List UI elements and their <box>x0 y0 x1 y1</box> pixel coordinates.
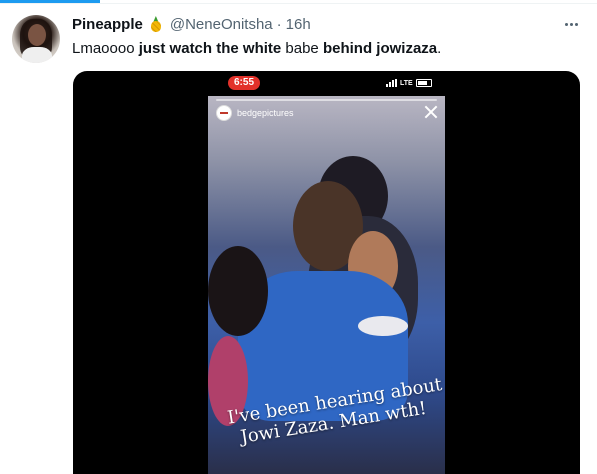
display-name[interactable]: Pineapple <box>72 16 143 33</box>
user-handle[interactable]: @NeneOnitsha <box>170 16 273 33</box>
phone-status-time: 6:55 <box>228 76 260 90</box>
network-label: LTE <box>400 79 413 87</box>
signal-icon <box>386 79 397 87</box>
separator-dot: · <box>276 15 282 33</box>
tweet-text-part: babe <box>281 40 323 57</box>
phone-status-icons: LTE <box>386 78 432 88</box>
tweet-text-bold-part: behind jowizaza <box>322 40 438 57</box>
story-username: bedgepictures <box>237 108 294 118</box>
pineapple-icon <box>148 16 164 32</box>
more-options-icon[interactable] <box>560 14 582 34</box>
tweet-text: Lmaoooo just watch the white babe behind… <box>72 39 441 59</box>
story-avatar <box>216 105 232 121</box>
story-frame: bedgepictures I've been hearing about Jo… <box>208 96 445 474</box>
timestamp[interactable]: 16h <box>286 16 311 33</box>
tweet-text-bold-part: just watch the white <box>138 40 282 57</box>
story-header: bedgepictures <box>216 105 294 121</box>
avatar[interactable] <box>12 15 60 63</box>
tweet-header: Pineapple @NeneOnitsha · 16h <box>72 14 311 34</box>
tweet-text-part: Lmaoooo <box>72 40 139 57</box>
top-divider <box>0 3 597 4</box>
story-progress-bar <box>216 99 437 101</box>
battery-icon <box>415 79 432 87</box>
tweet-text-part: . <box>437 40 442 57</box>
video-media[interactable]: 6:55 LTE bedgepictures I've been hearing… <box>73 71 580 474</box>
close-icon <box>424 105 438 119</box>
